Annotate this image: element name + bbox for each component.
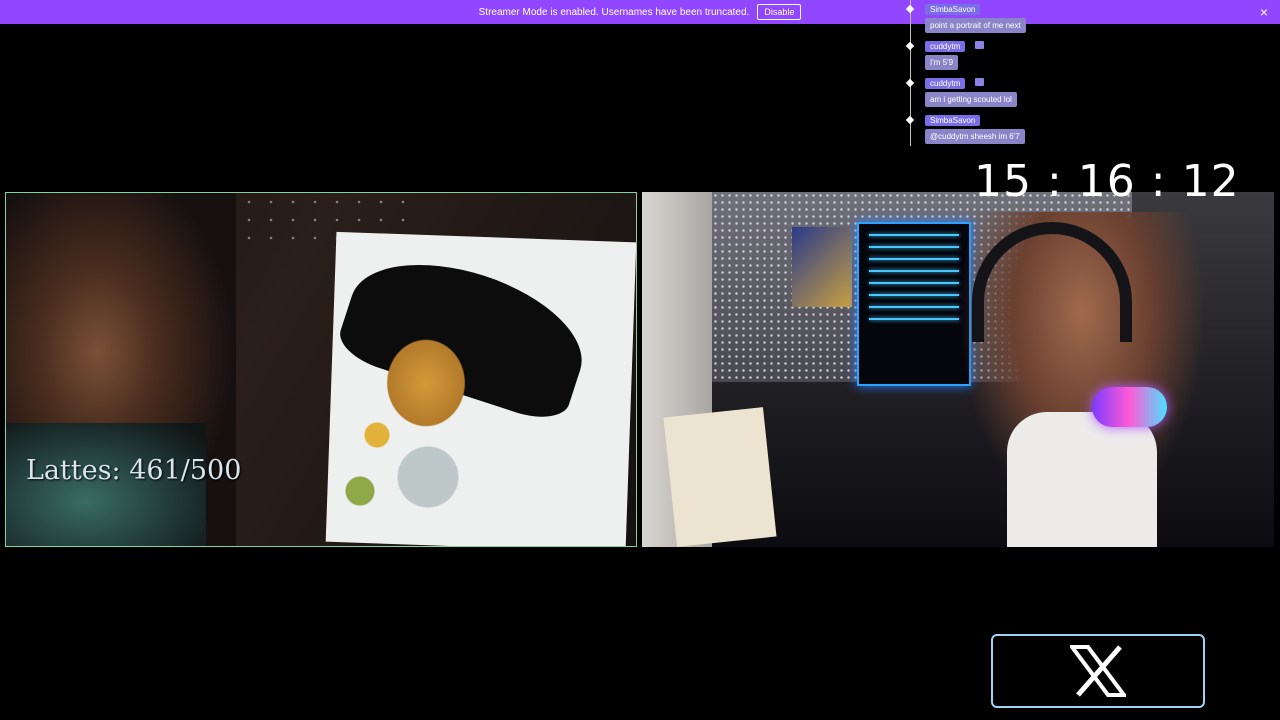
chat-username: cuddytm bbox=[925, 41, 966, 52]
disable-streamer-mode-button[interactable]: Disable bbox=[757, 4, 802, 20]
rgb-microphone bbox=[1092, 387, 1167, 427]
x-social-button[interactable] bbox=[991, 634, 1205, 708]
wall-artwork bbox=[792, 227, 852, 307]
chat-text: am i getting scouted lol bbox=[925, 92, 1017, 107]
chat-text: I'm 5'9 bbox=[925, 55, 959, 70]
chat-overlay: SimbaSavon point a portrait of me next c… bbox=[905, 0, 1105, 146]
chat-username: SimbaSavon bbox=[925, 115, 981, 126]
chat-username: cuddytm bbox=[925, 78, 966, 89]
chat-text: @cuddytm sheesh im 6'7 bbox=[925, 129, 1025, 144]
stream-stage: Streamer Mode is enabled. Usernames have… bbox=[0, 0, 1280, 720]
banner-message: Streamer Mode is enabled. Usernames have… bbox=[478, 6, 750, 18]
chat-marker-icon bbox=[905, 115, 915, 125]
chat-marker-icon bbox=[905, 4, 915, 14]
small-canvas-painting bbox=[663, 407, 777, 547]
chat-badge-icon bbox=[975, 78, 984, 86]
stream-clock: 15 : 16 : 12 bbox=[974, 156, 1240, 207]
chat-marker-icon bbox=[905, 41, 915, 51]
chat-username: SimbaSavon bbox=[925, 4, 981, 15]
right-camera-feed bbox=[642, 192, 1274, 547]
chat-text: point a portrait of me next bbox=[925, 18, 1026, 33]
lattes-goal-counter: Lattes: 461/500 bbox=[26, 455, 242, 486]
chat-marker-icon bbox=[905, 78, 915, 88]
x-logo-icon bbox=[1070, 645, 1126, 697]
left-camera-feed: Lattes: 461/500 bbox=[5, 192, 637, 547]
chat-badge-icon bbox=[975, 41, 984, 49]
close-icon[interactable]: × bbox=[1260, 4, 1268, 20]
streamer-right-top bbox=[1007, 412, 1157, 547]
painting-flowers bbox=[326, 393, 496, 533]
